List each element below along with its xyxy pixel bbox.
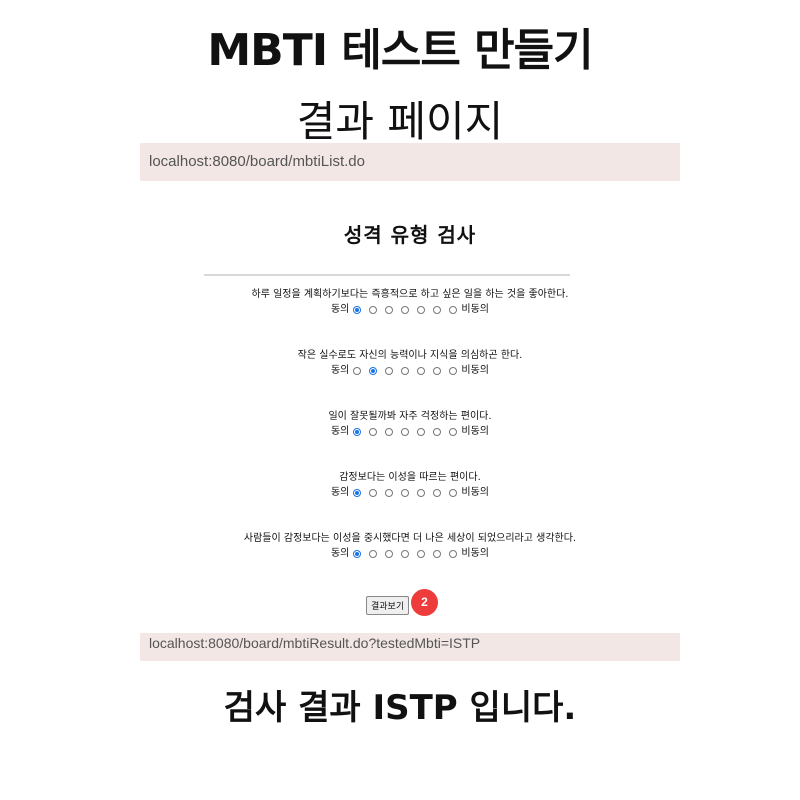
answer-radio-2[interactable] [369,306,378,314]
agree-label: 동의 [330,426,350,437]
answer-radio-5[interactable] [417,306,426,314]
question-4: 감정보다는 이성을 따르는 편이다. 동의 비동의 [140,471,680,502]
disagree-label: 비동의 [461,426,489,437]
question-1: 하루 일정을 계획하기보다는 즉흥적으로 하고 싶은 일을 하는 것을 좋아한다… [140,288,680,319]
answer-scale: 동의 비동의 [140,424,680,441]
answer-radio-4[interactable] [401,550,410,558]
answer-radio-6[interactable] [433,306,442,314]
question-text: 일이 잘못될까봐 자주 걱정하는 편이다. [328,411,492,422]
agree-label: 동의 [330,304,350,315]
answer-radio-2[interactable] [369,367,378,375]
answer-scale: 동의 비동의 [140,546,680,563]
answer-radio-1[interactable] [353,367,362,375]
result-text: 검사 결과 ISTP 입니다. [223,688,577,728]
disagree-label: 비동의 [461,365,489,376]
answer-scale: 동의 비동의 [140,302,680,319]
agree-label: 동의 [330,365,350,376]
answer-radio-3[interactable] [385,367,394,375]
question-3: 일이 잘못될까봐 자주 걱정하는 편이다. 동의 비동의 [140,410,680,441]
answer-radio-5[interactable] [417,367,426,375]
disagree-label: 비동의 [461,304,489,315]
answer-radio-3[interactable] [385,306,394,314]
answer-radio-4[interactable] [401,489,410,497]
answer-radio-7[interactable] [449,367,458,375]
page-subtitle: 결과 페이지 [296,97,504,146]
answer-radio-7[interactable] [449,428,458,436]
answer-scale: 동의 비동의 [140,485,680,502]
answer-radio-2[interactable] [369,428,378,436]
answer-radio-6[interactable] [433,428,442,436]
answer-radio-6[interactable] [433,550,442,558]
question-5: 사람들이 감정보다는 이성을 중시했다면 더 나은 세상이 되었으리라고 생각한… [140,532,680,563]
answer-radio-6[interactable] [433,489,442,497]
show-result-button[interactable]: 결과보기 [366,596,410,615]
divider [204,274,570,276]
answer-radio-5[interactable] [417,489,426,497]
step-badge: 2 [411,589,438,616]
answer-radio-5[interactable] [417,428,426,436]
question-text: 하루 일정을 계획하기보다는 즉흥적으로 하고 싶은 일을 하는 것을 좋아한다… [251,289,569,300]
page-title: MBTI 테스트 만들기 [207,25,593,76]
answer-radio-1[interactable] [353,550,362,558]
form-heading: 성격 유형 검사 [343,223,477,247]
disagree-label: 비동의 [461,487,489,498]
disagree-label: 비동의 [461,548,489,559]
agree-label: 동의 [330,487,350,498]
answer-radio-7[interactable] [449,550,458,558]
answer-radio-6[interactable] [433,367,442,375]
answer-radio-4[interactable] [401,367,410,375]
question-2: 작은 실수로도 자신의 능력이나 지식을 의심하곤 한다. 동의 비동의 [140,349,680,380]
answer-scale: 동의 비동의 [140,363,680,380]
answer-radio-5[interactable] [417,550,426,558]
answer-radio-3[interactable] [385,428,394,436]
question-text: 사람들이 감정보다는 이성을 중시했다면 더 나은 세상이 되었으리라고 생각한… [243,533,577,544]
address-bar-list[interactable]: localhost:8080/board/mbtiList.do [140,143,680,181]
answer-radio-1[interactable] [353,489,362,497]
answer-radio-1[interactable] [353,306,362,314]
answer-radio-4[interactable] [401,306,410,314]
answer-radio-7[interactable] [449,489,458,497]
answer-radio-2[interactable] [369,550,378,558]
answer-radio-3[interactable] [385,550,394,558]
answer-radio-2[interactable] [369,489,378,497]
question-text: 감정보다는 이성을 따르는 편이다. [339,472,481,483]
answer-radio-3[interactable] [385,489,394,497]
answer-radio-4[interactable] [401,428,410,436]
test-form-panel: 성격 유형 검사 하루 일정을 계획하기보다는 즉흥적으로 하고 싶은 일을 하… [140,181,680,633]
answer-radio-1[interactable] [353,428,362,436]
answer-radio-7[interactable] [449,306,458,314]
question-text: 작은 실수로도 자신의 능력이나 지식을 의심하곤 한다. [297,350,523,361]
agree-label: 동의 [330,548,350,559]
address-bar-result[interactable]: localhost:8080/board/mbtiResult.do?teste… [140,633,680,661]
